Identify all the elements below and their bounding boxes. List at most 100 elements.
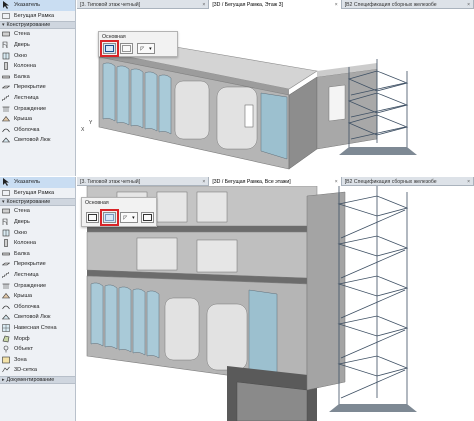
tool-shell[interactable]: Оболочка [0, 302, 75, 313]
wall-icon [2, 30, 10, 38]
tool-slab[interactable]: Перекрытие [0, 82, 75, 93]
group-header-design[interactable]: ▾ Конструирование [0, 21, 75, 30]
tool-window[interactable]: Окно [0, 227, 75, 238]
beam-icon [2, 73, 10, 81]
marquee-all-floors-button[interactable] [100, 209, 119, 226]
tool-roof[interactable]: Крыша [0, 291, 75, 302]
tool-label: Бегущая Рамка [14, 189, 55, 196]
tool-label: Колонна [14, 63, 36, 70]
rectangle-shape-button[interactable] [141, 212, 154, 223]
curtain-wall-icon [2, 324, 10, 332]
tool-wall[interactable]: Стена [0, 29, 75, 40]
marquee-shape-dropdown[interactable]: ◸ ▾ [120, 212, 138, 223]
design-tools-list: Стена Дверь Окно Колонна Балка Перекрытие Лест… [0, 29, 75, 146]
close-icon[interactable]: × [333, 179, 338, 185]
tab-floor-plan[interactable]: [3. Типовой этаж четный] × [77, 177, 210, 186]
tool-zone[interactable]: Зона [0, 355, 75, 366]
tool-railing[interactable]: Ограждение [0, 103, 75, 114]
tool-skylight[interactable]: Световой Люк [0, 135, 75, 146]
close-icon[interactable]: × [465, 179, 470, 185]
tab-3d-view[interactable]: [3D / Бегущая Рамка, Все этажи] × [209, 177, 342, 186]
tool-mesh[interactable]: 3D-сетка [0, 365, 75, 376]
close-icon[interactable]: × [200, 179, 205, 185]
tool-roof[interactable]: Крыша [0, 114, 75, 125]
tool-label: Зона [14, 356, 27, 363]
object-icon [2, 345, 10, 353]
tool-marquee[interactable]: Бегущая Рамка [0, 188, 75, 199]
window-icon [2, 229, 10, 237]
group-header-design[interactable]: ▾ Конструирование [0, 198, 75, 207]
tool-marquee[interactable]: Бегущая Рамка [0, 11, 75, 22]
axis-x-label: X [81, 127, 85, 133]
group-header-documentation[interactable]: ▸ Документирование [0, 375, 75, 384]
tab-bar: [3. Типовой этаж четный] × [3D / Бегущая … [77, 177, 474, 186]
stair-icon [2, 271, 10, 279]
tool-label: Навесная Стена [14, 325, 57, 332]
chevron-down-icon: ▾ [2, 22, 5, 29]
tab-label: [3D / Бегущая Рамка, Все этажи] [212, 178, 291, 185]
tab-3d-view[interactable]: [3D / Бегущая Рамка, Этаж 3] × [209, 0, 342, 9]
tool-label: Окно [14, 229, 27, 236]
tool-label: Крыша [14, 293, 32, 300]
tool-stair[interactable]: Лестница [0, 93, 75, 104]
window-icon [2, 52, 10, 60]
tool-column[interactable]: Колонна [0, 61, 75, 72]
tab-label: [В2 Спецификация сборных железобе [344, 178, 437, 185]
design-tools-list: Стена Дверь Окно Колонна Балка Перекрытие Лест… [0, 206, 75, 376]
wall-icon [2, 207, 10, 215]
polygon-icon: ◸ [123, 214, 128, 221]
tool-window[interactable]: Окно [0, 50, 75, 61]
chevron-down-icon: ▾ [149, 45, 152, 52]
tab-schedule[interactable]: [В2 Спецификация сборных железобе × [342, 0, 474, 9]
door-icon [2, 218, 10, 226]
skylight-icon [2, 136, 10, 144]
tool-object[interactable]: Объект [0, 344, 75, 355]
railing-icon [2, 105, 10, 113]
tool-label: Дверь [14, 219, 30, 226]
marquee-icon [2, 189, 10, 197]
close-icon[interactable]: × [465, 2, 470, 8]
tool-morph[interactable]: Морф [0, 333, 75, 344]
group-header-label: Конструирование [6, 199, 51, 206]
rectangle-icon [143, 214, 152, 221]
tool-curtain-wall[interactable]: Навесная Стена [0, 323, 75, 334]
pointer-icon [2, 1, 10, 10]
tool-label: Балка [14, 250, 30, 257]
tool-door[interactable]: Дверь [0, 40, 75, 51]
3d-viewport[interactable]: Основная ◸ ▾ [77, 186, 474, 421]
tool-wall[interactable]: Стена [0, 206, 75, 217]
tool-pointer[interactable]: Указатель [0, 177, 75, 188]
3d-viewport[interactable]: Основная ◸ ▾ X Y [77, 9, 474, 176]
tab-schedule[interactable]: [В2 Спецификация сборных железобе × [342, 177, 474, 186]
tool-label: Крыша [14, 116, 32, 123]
skylight-icon [2, 313, 10, 321]
tool-label: Морф [14, 335, 30, 342]
tool-label: Бегущая Рамка [14, 12, 55, 19]
marquee-shape-dropdown[interactable]: ◸ ▾ [137, 43, 155, 54]
tool-beam[interactable]: Балка [0, 249, 75, 260]
beam-icon [2, 250, 10, 258]
pointer-icon [2, 178, 10, 187]
tool-column[interactable]: Колонна [0, 238, 75, 249]
tool-skylight[interactable]: Световой Люк [0, 312, 75, 323]
tool-stair[interactable]: Лестница [0, 270, 75, 281]
tool-beam[interactable]: Балка [0, 72, 75, 83]
tab-floor-plan[interactable]: [3. Типовой этаж четный] × [77, 0, 210, 9]
close-icon[interactable]: × [333, 2, 338, 8]
marquee-single-floor-button[interactable] [86, 212, 99, 223]
marquee-all-floors-button[interactable] [120, 43, 133, 54]
close-icon[interactable]: × [200, 2, 205, 8]
tool-pointer[interactable]: Указатель [0, 0, 75, 11]
tool-shell[interactable]: Оболочка [0, 125, 75, 136]
chevron-right-icon: ▸ [2, 376, 5, 383]
tool-railing[interactable]: Ограждение [0, 280, 75, 291]
marquee-single-floor-button[interactable] [100, 40, 119, 57]
tool-door[interactable]: Дверь [0, 217, 75, 228]
tab-label: [3. Типовой этаж четный] [80, 1, 141, 8]
selection-method-popup: Основная ◸ ▾ [98, 31, 178, 57]
tool-slab[interactable]: Перекрытие [0, 259, 75, 270]
tool-label: Лестница [14, 272, 39, 279]
tool-label: 3D-сетка [14, 367, 37, 374]
group-header-label: Конструирование [6, 22, 51, 29]
tab-label: [В2 Спецификация сборных железобе [344, 1, 437, 8]
